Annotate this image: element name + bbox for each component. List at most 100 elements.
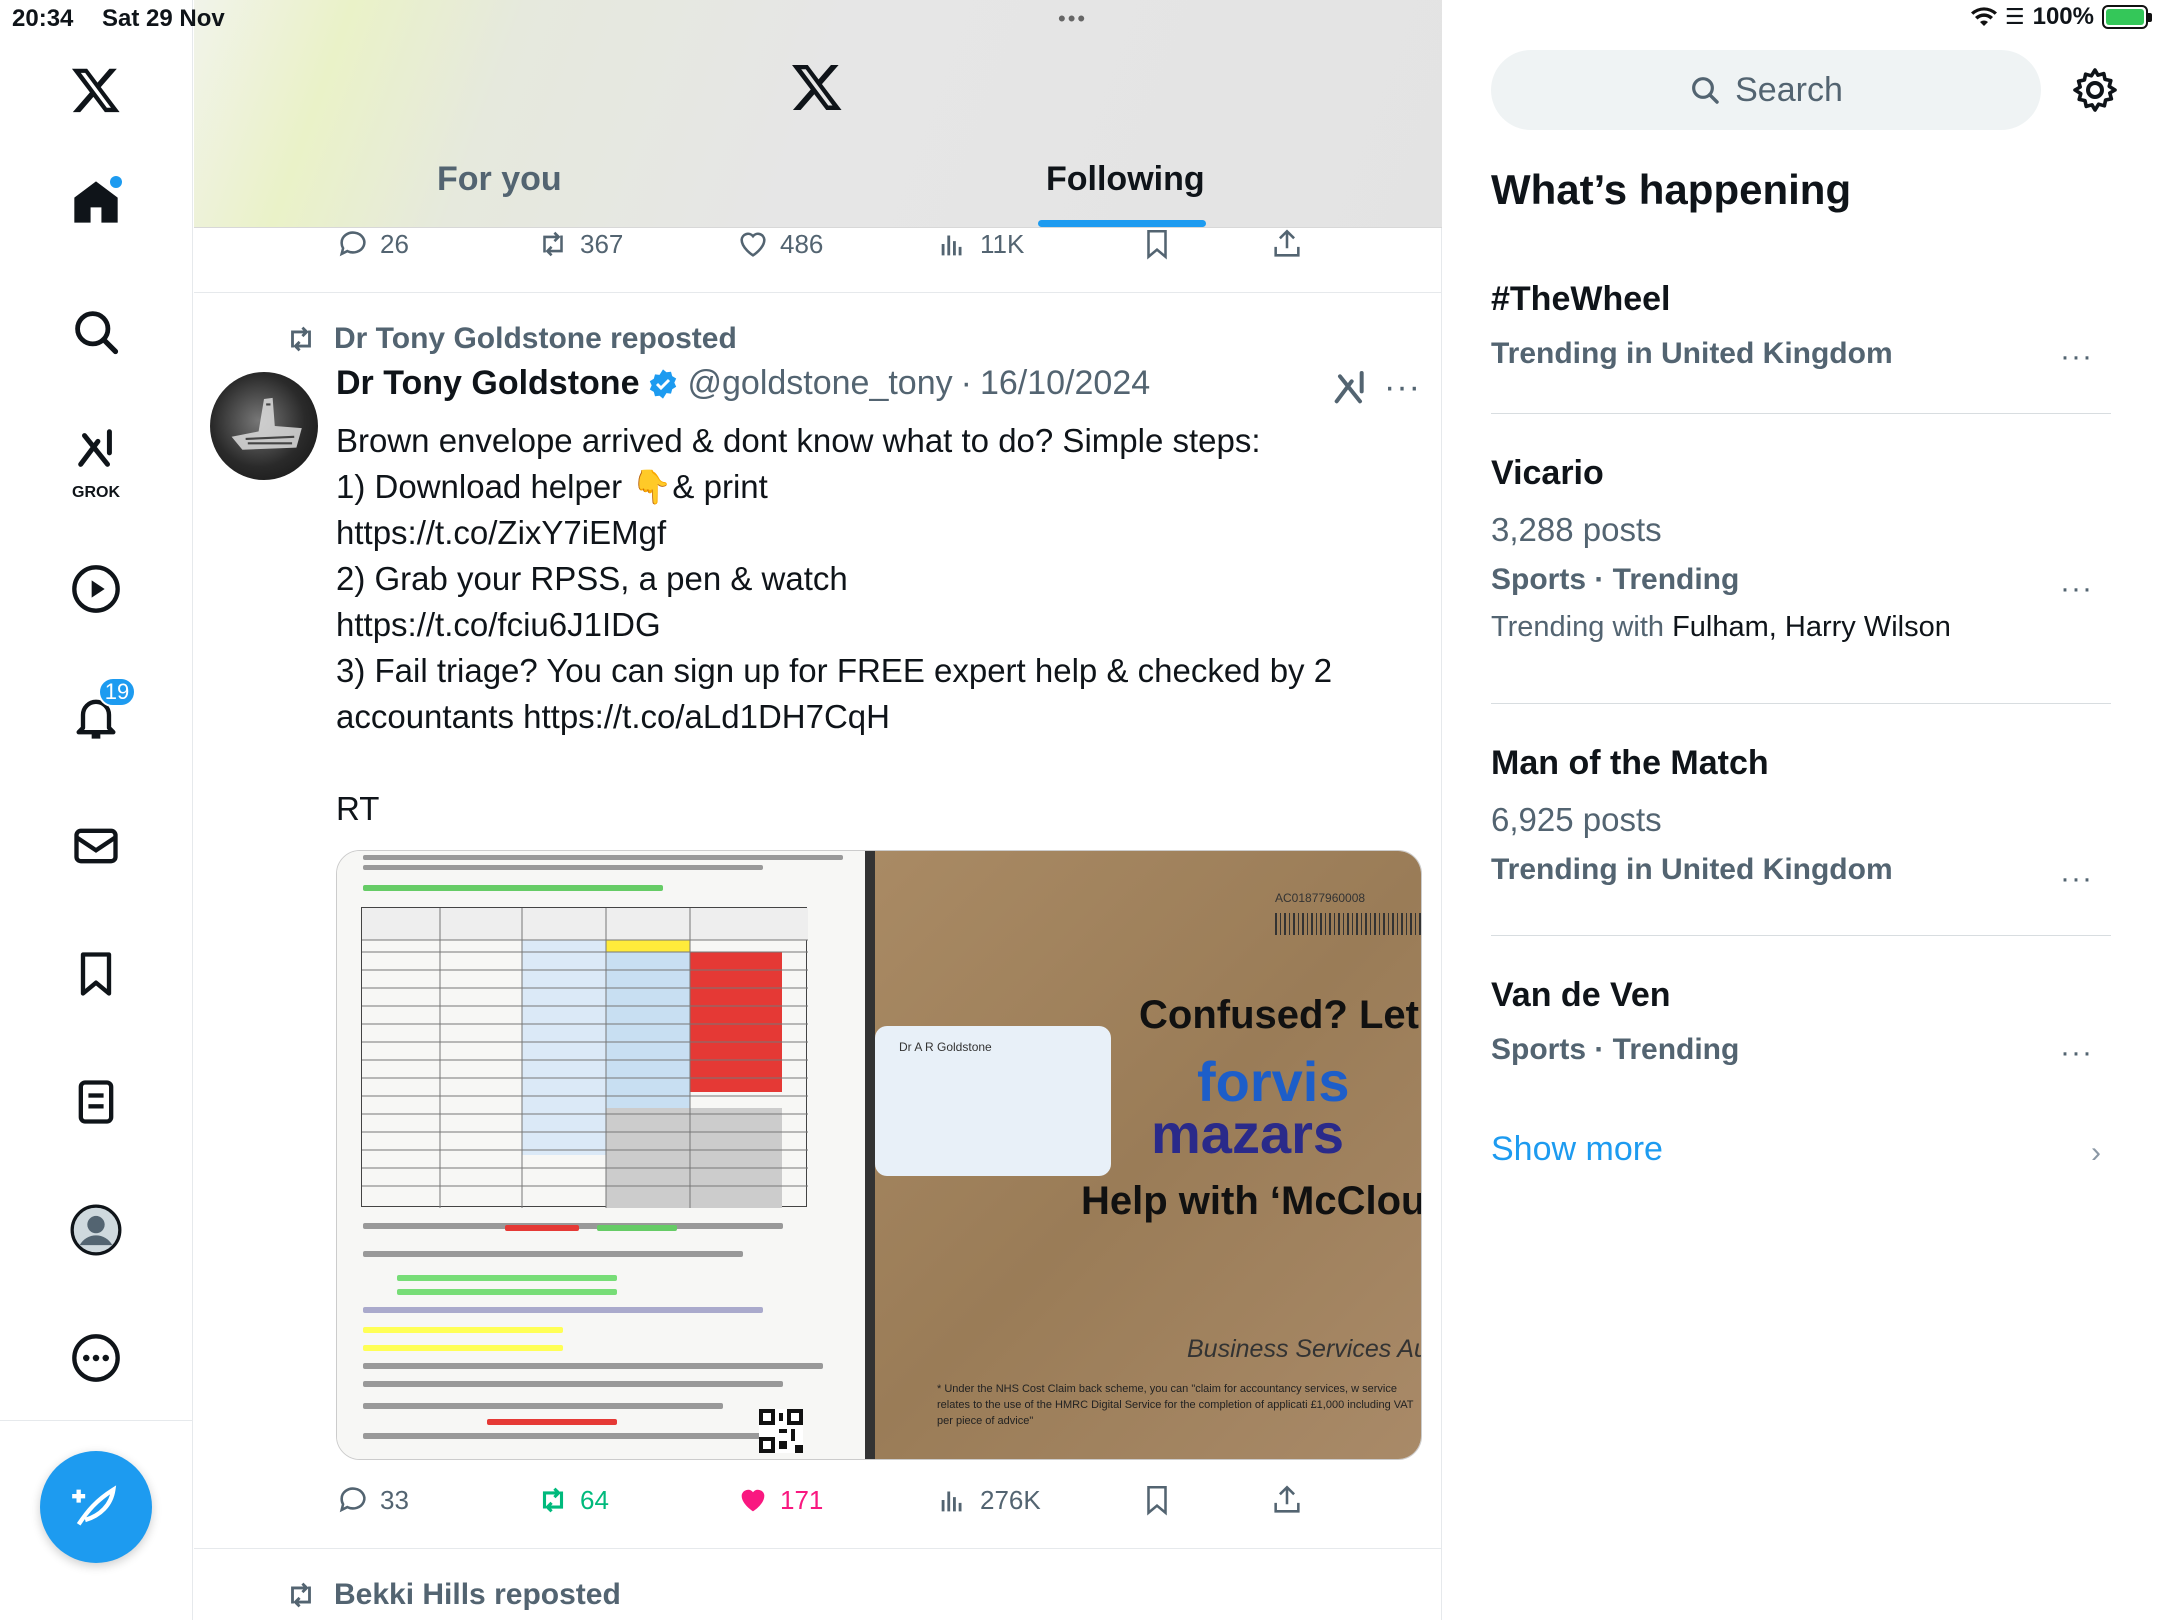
grok-explain-icon[interactable] [1330,368,1370,408]
envelope-image[interactable]: AC01877960008 Dr A R Goldstone Confused?… [875,851,1421,1459]
views-icon [941,1491,962,1512]
profile-icon[interactable] [52,1186,140,1274]
battery-icon [2102,5,2152,29]
trend-divider [1491,413,2111,414]
like-button[interactable]: 171 [736,1476,823,1524]
trend-name: Vicario [1491,454,1604,492]
trend-meta: Trending in United Kingdom [1491,853,1893,886]
home-icon[interactable] [52,158,140,246]
status-time: 20:34 [12,5,74,32]
repost-icon [542,1487,564,1513]
trend-posts: 3,288 posts [1491,511,1662,548]
envelope-brand-2: mazars [1151,1102,1345,1165]
right-sidebar: Search What’s happening #TheWheel Trendi… [1443,0,2160,1620]
like-count: 171 [780,1484,824,1515]
search-icon[interactable] [52,288,140,376]
heart-filled-icon [741,1489,765,1512]
trend-item[interactable]: Vicario 3,288 posts Sports · Trending Tr… [1491,454,2111,644]
reply-icon [339,1487,366,1513]
mail-icon[interactable] [52,802,140,890]
author-name[interactable]: Dr Tony Goldstone [336,364,639,403]
multitasking-dots-icon[interactable]: ••• [1058,6,1087,32]
repost-button[interactable]: 64 [536,1476,609,1524]
author-handle[interactable]: @goldstone_tony [687,364,952,403]
grok-icon[interactable]: GROK [52,416,140,504]
tab-for-you[interactable]: For you [437,160,562,199]
video-icon[interactable] [52,545,140,633]
repost-context[interactable]: Dr Tony Goldstone reposted [284,322,737,356]
trend-more-icon[interactable]: ··· [2060,862,2093,896]
reposted-by: Dr Tony Goldstone reposted [334,322,737,355]
trend-item[interactable]: #TheWheel Trending in United Kingdom ··· [1491,280,2111,374]
trend-meta: Trending in United Kingdom [1491,337,1893,370]
reply-count: 33 [380,1484,409,1515]
timeline: For you Following 26 367 486 11K Dr Tony… [194,0,1442,1620]
trend-with-prefix: Trending with [1491,611,1665,643]
next-repost-context[interactable]: Bekki Hills reposted [284,1578,621,1612]
repost-icon [543,231,563,257]
search-placeholder: Search [1735,70,1843,109]
bookmark-icon [1147,229,1167,260]
gear-icon[interactable] [2071,66,2119,114]
trend-meta: Sports · Trending [1491,563,1740,596]
trend-name: Man of the Match [1491,744,1769,782]
share-button[interactable] [1270,1476,1304,1524]
active-tab-indicator [1038,220,1206,227]
search-icon [1692,77,1719,104]
status-bar: 20:34 Sat 29 Nov ••• ☰ 100% [0,0,2160,38]
pension-form-image[interactable] [337,851,875,1459]
trend-more-icon[interactable]: ··· [2060,340,2093,374]
trend-posts: 6,925 posts [1491,801,1662,838]
trend-meta: Sports · Trending [1491,1033,1740,1066]
view-count: 276K [980,1484,1041,1515]
tweet-date[interactable]: 16/10/2024 [980,364,1150,403]
show-more-link[interactable]: Show more [1491,1130,1663,1169]
avatar[interactable] [210,372,318,480]
heart-icon [740,232,766,257]
envelope-headline: Confused? Let [1139,993,1419,1037]
home-unread-dot [110,176,122,188]
pension-table [361,907,808,1208]
views-button[interactable]: 276K [936,1476,1041,1524]
envelope-subheadline: Help with ‘McClou [1081,1179,1422,1223]
envelope-barcode [1275,913,1421,935]
grok-label: GROK [72,484,120,501]
bell-icon[interactable]: 19 [52,673,140,761]
bookmark-icon[interactable] [52,930,140,1018]
compose-button[interactable] [40,1451,152,1563]
lists-icon[interactable] [52,1058,140,1146]
tab-following[interactable]: Following [1046,160,1205,199]
envelope-window: Dr A R Goldstone [875,1026,1111,1176]
trend-more-icon[interactable]: ··· [2060,572,2093,606]
views-icon [941,235,962,256]
more-icon[interactable] [52,1314,140,1402]
share-icon [1274,229,1300,257]
nav-divider [0,1420,193,1421]
view-count: 11K [980,228,1025,259]
trend-divider [1491,935,2111,936]
bookmark-button[interactable] [1140,1476,1174,1524]
whats-happening-title: What’s happening [1491,166,1852,213]
trend-more-icon[interactable]: ··· [2060,1036,2093,1070]
x-logo-icon[interactable] [52,46,140,134]
notifications-badge: 19 [98,677,136,707]
tweet-divider [194,1548,1442,1549]
repost-small-icon [291,1582,311,1608]
tweet-media[interactable]: AC01877960008 Dr A R Goldstone Confused?… [336,850,1422,1460]
x-header-logo-icon [792,64,842,110]
repost-small-icon [291,326,311,352]
left-nav: GROK 19 [0,0,193,1620]
trend-item[interactable]: Man of the Match 6,925 posts Trending in… [1491,744,2111,895]
compose-feather-icon [72,1485,117,1526]
tweet-divider [194,292,1442,293]
wifi-icon [1970,7,1997,26]
qr-code-icon [759,1409,803,1453]
trend-item[interactable]: Van de Ven Sports · Trending ··· [1491,976,2111,1070]
verified-badge-icon [650,368,677,399]
chevron-right-icon[interactable]: › [2091,1136,2101,1170]
reply-button[interactable]: 33 [336,1476,409,1524]
thumbs-up-skeleton-icon [231,397,302,450]
tweet-more-icon[interactable]: ··· [1384,368,1421,407]
battery-percent: 100% [2032,3,2094,30]
search-input[interactable]: Search [1491,50,2041,130]
